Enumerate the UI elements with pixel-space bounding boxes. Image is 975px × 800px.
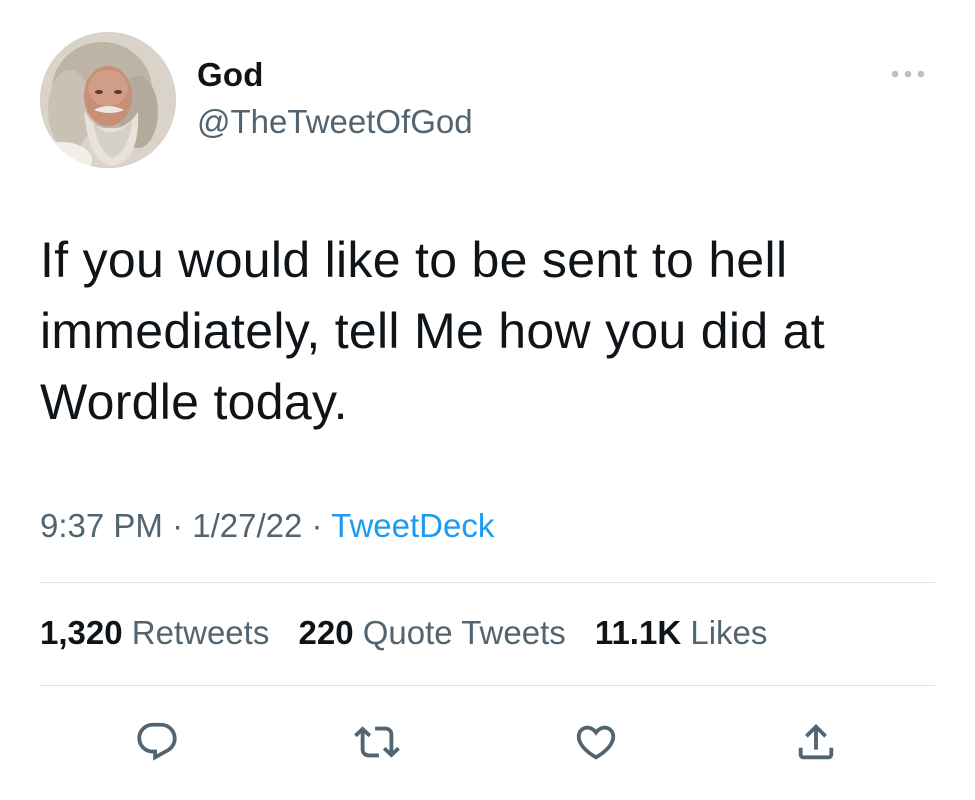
divider [40, 582, 935, 583]
tweet-time[interactable]: 9:37 PM [40, 507, 163, 544]
avatar[interactable] [40, 32, 176, 168]
meta-separator: · [311, 507, 323, 544]
heart-icon [576, 725, 616, 760]
avatar-portrait-image [40, 32, 176, 168]
author-display-name[interactable]: God [197, 56, 264, 94]
tweet-text: If you would like to be sent to hell imm… [40, 232, 825, 430]
tweet-metadata: 9:37 PM · 1/27/22 · TweetDeck [40, 507, 494, 545]
retweets-stat[interactable]: 1,320 Retweets [40, 614, 269, 652]
tweet-date[interactable]: 1/27/22 [192, 507, 302, 544]
likes-stat[interactable]: 11.1K Likes [595, 614, 767, 652]
divider [40, 685, 935, 686]
reply-icon [137, 722, 177, 761]
quote-tweets-label: Quote Tweets [362, 614, 566, 651]
more-options-button[interactable] [884, 60, 932, 88]
more-dots-icon [891, 70, 925, 78]
reply-button[interactable] [131, 716, 183, 768]
likes-label: Likes [690, 614, 768, 651]
share-icon [798, 723, 834, 760]
retweet-icon [354, 726, 400, 758]
tweet-card: God @TheTweetOfGod If you would like to … [0, 0, 975, 800]
tweet-source-link[interactable]: TweetDeck [331, 507, 494, 544]
likes-count: 11.1K [594, 614, 682, 651]
like-button[interactable] [570, 716, 622, 768]
quote-tweets-count: 220 [298, 614, 354, 651]
tweet-stats: 1,320 Retweets 220 Quote Tweets 11.1K Li… [40, 614, 787, 652]
retweet-button[interactable] [351, 716, 403, 768]
author-handle[interactable]: @TheTweetOfGod [197, 103, 473, 141]
quote-tweets-stat[interactable]: 220 Quote Tweets [299, 614, 566, 652]
meta-separator: · [172, 507, 184, 544]
share-button[interactable] [790, 716, 842, 768]
retweets-count: 1,320 [40, 614, 123, 651]
retweets-label: Retweets [131, 614, 270, 651]
